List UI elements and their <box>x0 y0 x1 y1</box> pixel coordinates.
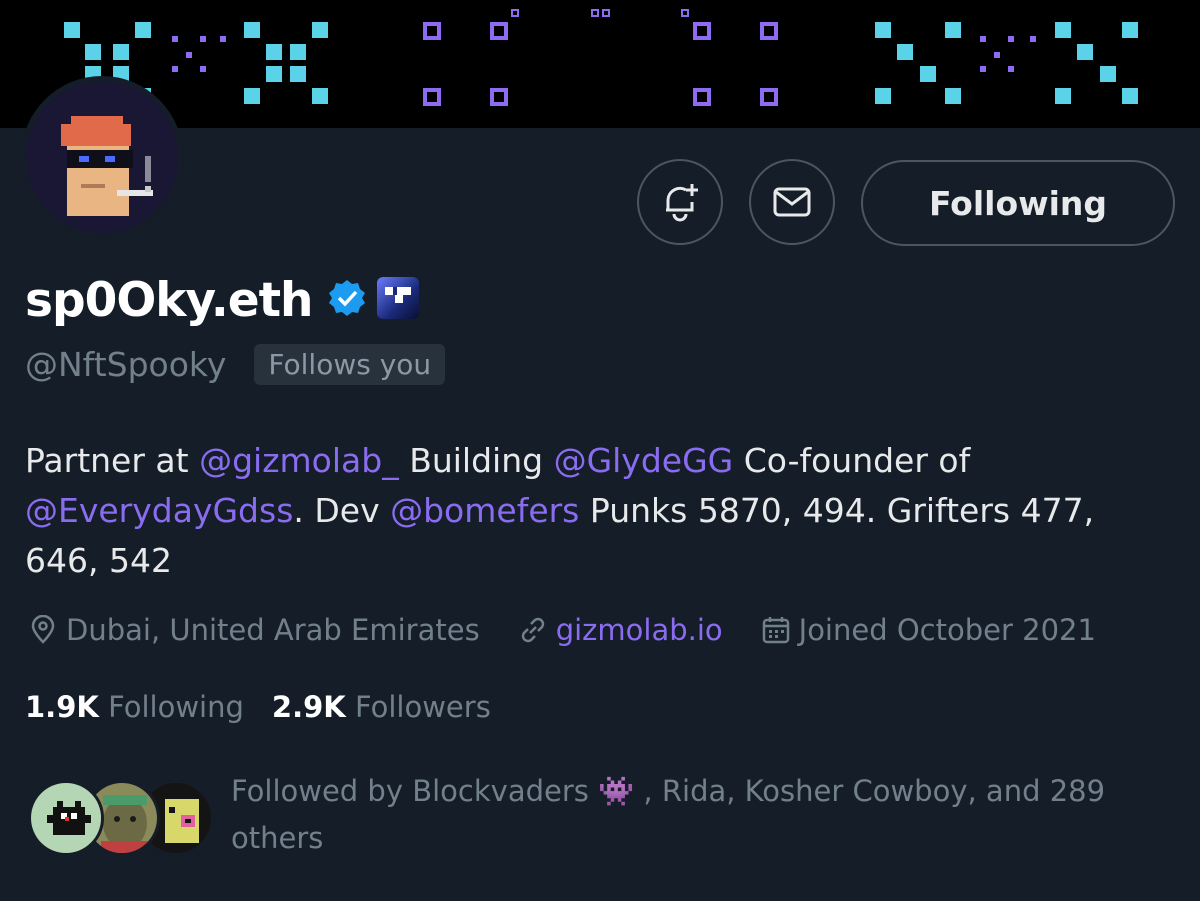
bio-text: Co-founder of <box>733 441 971 480</box>
mention-link[interactable]: @gizmolab_ <box>199 441 399 480</box>
follower-avatar <box>28 780 104 856</box>
location-item: Dubai, United Arab Emirates <box>28 613 480 647</box>
website-link[interactable]: gizmolab.io <box>556 613 723 647</box>
affiliate-badge-icon[interactable] <box>375 275 421 325</box>
follow-counts: 1.9K Following 2.9K Followers <box>25 690 519 724</box>
verified-badge-icon[interactable] <box>327 278 367 322</box>
location-text: Dubai, United Arab Emirates <box>66 613 480 647</box>
following-count-link[interactable]: 1.9K Following <box>25 690 244 724</box>
profile-bio: Partner at @gizmolab_ Building @GlydeGG … <box>25 436 1175 586</box>
followers-count-link[interactable]: 2.9K Followers <box>272 690 491 724</box>
following-count-label: Following <box>108 690 244 724</box>
display-name: sp0Oky.eth <box>25 272 314 328</box>
follows-you-badge: Follows you <box>254 344 446 385</box>
profile-avatar[interactable] <box>21 76 183 238</box>
bio-text: Partner at <box>25 441 200 480</box>
punk-avatar-image <box>26 81 178 233</box>
name-row: sp0Oky.eth <box>25 268 421 332</box>
mention-link[interactable]: @bomefers <box>390 491 579 530</box>
message-button[interactable] <box>749 159 835 245</box>
followed-by-avatars[interactable] <box>28 780 214 860</box>
followed-by-text[interactable]: Followed by Blockvaders 👾 , Rida, Kosher… <box>231 768 1131 862</box>
mail-icon <box>773 187 811 217</box>
website-item[interactable]: gizmolab.io <box>518 613 723 647</box>
profile-meta-row: Dubai, United Arab Emirates gizmolab.io … <box>28 608 1134 652</box>
location-pin-icon <box>31 615 55 644</box>
notify-button[interactable] <box>637 159 723 245</box>
following-button[interactable]: Following <box>861 160 1175 246</box>
following-count: 1.9K <box>25 690 99 724</box>
followers-count: 2.9K <box>271 690 346 724</box>
joined-text: Joined October 2021 <box>798 613 1096 647</box>
bio-text: . Dev <box>293 491 391 530</box>
mention-link[interactable]: @EverydayGdss <box>25 491 293 530</box>
link-icon <box>521 617 544 643</box>
bio-text: Building <box>398 441 554 480</box>
space-invader-icon: 👾 <box>598 774 635 808</box>
mention-link[interactable]: @GlydeGG <box>554 441 734 480</box>
calendar-icon <box>762 617 789 644</box>
handle-row: @NftSpooky Follows you <box>25 344 446 385</box>
user-handle: @NftSpooky <box>25 345 227 384</box>
followers-count-label: Followers <box>354 690 491 724</box>
joined-item: Joined October 2021 <box>761 613 1096 647</box>
followed-by-prefix: Followed by Blockvaders <box>231 774 599 808</box>
bell-plus-icon <box>666 184 698 222</box>
